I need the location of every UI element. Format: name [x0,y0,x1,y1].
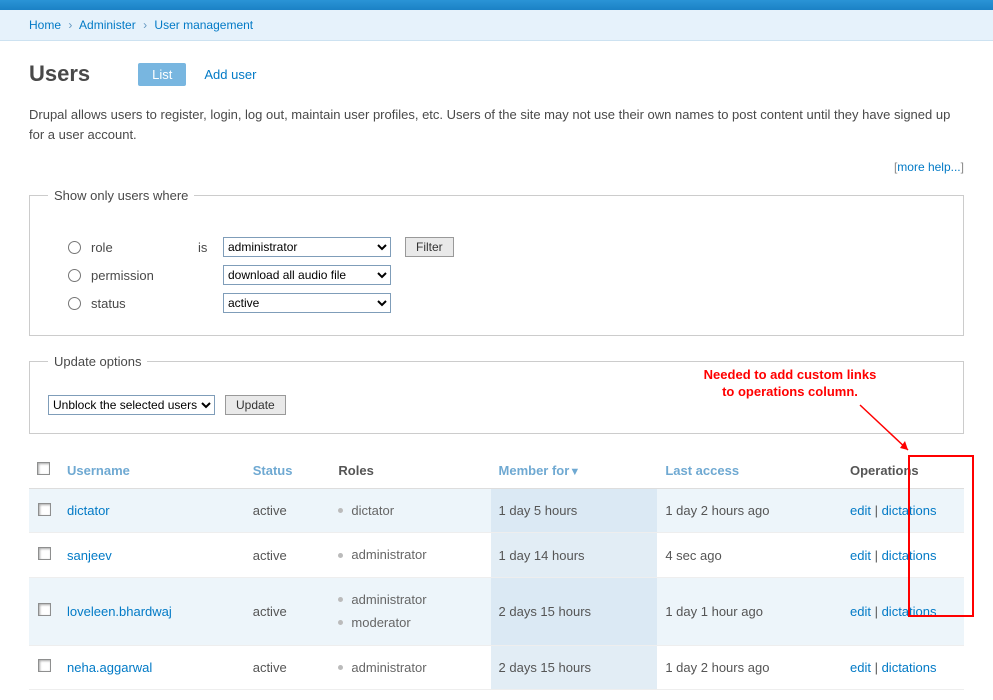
col-member[interactable]: Member for▼ [491,452,658,489]
operations-cell: edit | dictations [842,489,964,533]
tab-add-user[interactable]: Add user [204,67,256,82]
filter-fieldset: Show only users where role is administra… [29,188,964,336]
edit-link[interactable]: edit [850,548,871,563]
page-description: Drupal allows users to register, login, … [29,105,964,144]
role-item: administrator [338,543,482,566]
bullet-icon [338,620,343,625]
role-item: administrator [338,656,482,679]
role-item: moderator [338,611,482,634]
breadcrumb-usermgmt[interactable]: User management [154,18,253,32]
roles-cell: administrator [330,645,490,689]
operations-cell: edit | dictations [842,533,964,577]
custom-link[interactable]: dictations [882,503,937,518]
bullet-icon [338,597,343,602]
username-link[interactable]: loveleen.bhardwaj [67,604,172,619]
bullet-icon [338,553,343,558]
col-status[interactable]: Status [245,452,331,489]
col-lastaccess[interactable]: Last access [657,452,842,489]
edit-link[interactable]: edit [850,660,871,675]
select-all-checkbox[interactable] [37,462,50,475]
status-cell: active [245,533,331,577]
update-legend: Update options [48,354,147,369]
custom-link[interactable]: dictations [882,548,937,563]
update-fieldset: Update options Unblock the selected user… [29,354,964,434]
more-help-wrap: [more help...] [29,160,964,174]
row-checkbox[interactable] [38,503,51,516]
table-row: neha.aggarwal active administrator 2 days 1… [29,645,964,689]
roles-cell: administratormoderator [330,577,490,645]
sort-desc-icon: ▼ [569,466,580,478]
status-cell: active [245,489,331,533]
status-cell: active [245,645,331,689]
top-bar [0,0,993,10]
filter-label-permission: permission [91,268,154,283]
row-checkbox[interactable] [38,659,51,672]
more-help-link[interactable]: more help... [897,160,960,174]
table-row: dictator active dictator 1 day 5 hours1 day… [29,489,964,533]
col-roles: Roles [330,452,490,489]
username-link[interactable]: neha.aggarwal [67,660,152,675]
member-cell: 2 days 15 hours [491,645,658,689]
row-checkbox[interactable] [38,547,51,560]
lastaccess-cell: 1 day 2 hours ago [657,489,842,533]
update-select[interactable]: Unblock the selected users [48,395,215,415]
member-cell: 1 day 14 hours [491,533,658,577]
breadcrumb-sep: › [68,18,72,32]
update-button[interactable]: Update [225,395,286,415]
username-link[interactable]: dictator [67,503,110,518]
lastaccess-cell: 1 day 1 hour ago [657,577,842,645]
roles-cell: administrator [330,533,490,577]
col-operations: Operations [842,452,964,489]
col-username[interactable]: Username [59,452,245,489]
edit-link[interactable]: edit [850,604,871,619]
role-item: administrator [338,588,482,611]
filter-button[interactable]: Filter [405,237,454,257]
operations-cell: edit | dictations [842,577,964,645]
custom-link[interactable]: dictations [882,604,937,619]
filter-is: is [198,240,223,255]
filter-select-permission[interactable]: download all audio file [223,265,391,285]
filter-radio-status[interactable] [68,297,81,310]
member-cell: 1 day 5 hours [491,489,658,533]
edit-link[interactable]: edit [850,503,871,518]
filter-legend: Show only users where [48,188,194,203]
username-link[interactable]: sanjeev [67,548,112,563]
role-item: dictator [338,499,482,522]
roles-cell: dictator [330,489,490,533]
filter-label-role: role [91,240,113,255]
users-table: Username Status Roles Member for▼ Last a… [29,452,964,690]
operations-cell: edit | dictations [842,645,964,689]
status-cell: active [245,577,331,645]
filter-select-status[interactable]: active [223,293,391,313]
lastaccess-cell: 1 day 2 hours ago [657,645,842,689]
page-title: Users [29,61,90,87]
breadcrumb-administer[interactable]: Administer [79,18,136,32]
filter-label-status: status [91,296,126,311]
tab-list[interactable]: List [138,63,186,86]
member-cell: 2 days 15 hours [491,577,658,645]
filter-radio-role[interactable] [68,241,81,254]
table-row: loveleen.bhardwajactiveadministratormode… [29,577,964,645]
table-row: sanjeev active administrator 1 day 14 hours… [29,533,964,577]
row-checkbox[interactable] [38,603,51,616]
filter-radio-permission[interactable] [68,269,81,282]
lastaccess-cell: 4 sec ago [657,533,842,577]
custom-link[interactable]: dictations [882,660,937,675]
bullet-icon [338,665,343,670]
breadcrumb-sep: › [143,18,147,32]
bullet-icon [338,508,343,513]
breadcrumb-home[interactable]: Home [29,18,61,32]
filter-select-role[interactable]: administrator [223,237,391,257]
breadcrumb: Home › Administer › User management [0,10,993,41]
